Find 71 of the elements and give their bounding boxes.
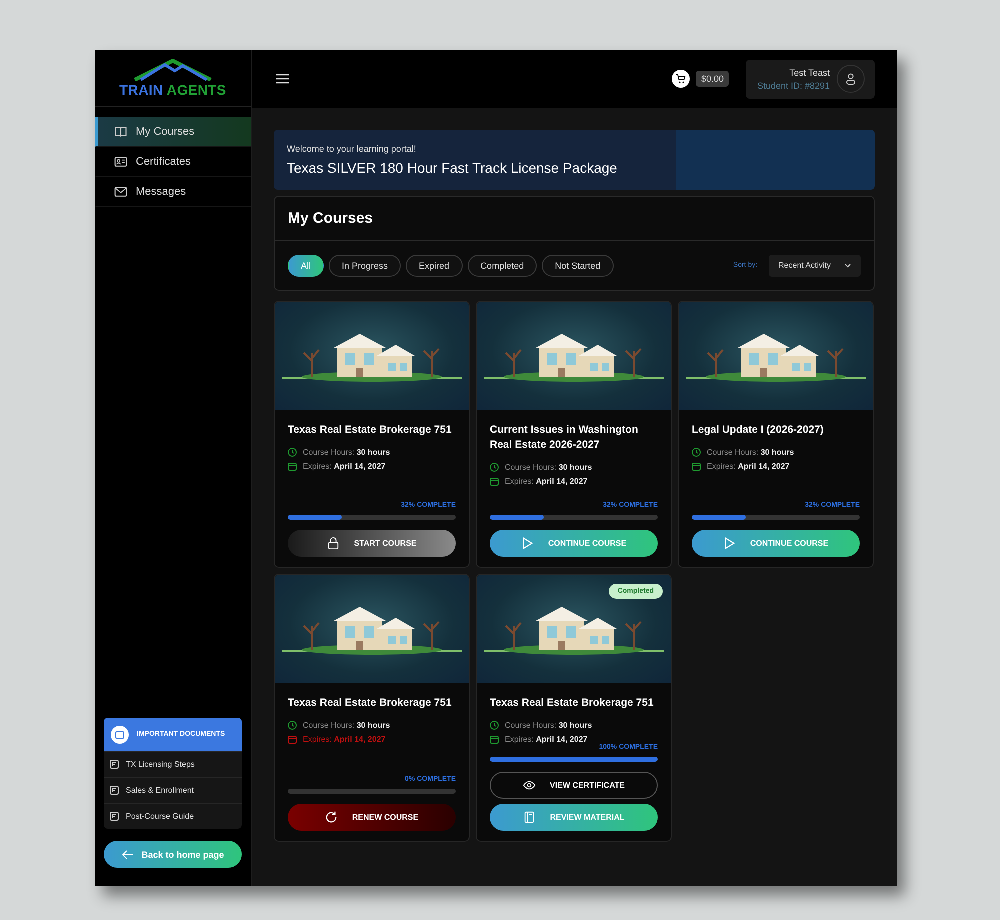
panel-title: My Courses — [275, 197, 874, 241]
course-action-button[interactable]: VIEW CERTIFICATE — [490, 772, 658, 799]
document-icon — [110, 760, 119, 769]
banner-greeting: Welcome to your learning portal! — [287, 144, 418, 154]
filter-tab[interactable]: Expired — [406, 254, 463, 276]
course-expiry: Expires: April 14, 2027 — [490, 477, 658, 486]
course-expiry: Expires: April 14, 2027 — [288, 462, 456, 471]
course-title: Texas Real Estate Brokerage 751 — [490, 696, 655, 711]
clock-icon — [692, 448, 701, 457]
book-icon — [114, 124, 128, 138]
filter-tab[interactable]: Completed — [468, 254, 538, 276]
logo-text: TRAIN AGENTS — [120, 82, 226, 98]
document-label: TX Licensing Steps — [126, 760, 195, 769]
course-hours: Course Hours: 30 hours — [288, 448, 456, 457]
refresh-icon — [325, 811, 338, 824]
user-card[interactable]: Test Teast Student ID: #8291 — [746, 60, 875, 98]
course-hours: Course Hours: 30 hours — [490, 721, 658, 730]
sidebar-item[interactable]: My Courses — [95, 117, 251, 147]
calendar-icon — [490, 477, 499, 486]
cart-icon[interactable] — [672, 70, 690, 88]
sidebar-item-label: Certificates — [136, 156, 192, 168]
play-icon — [521, 537, 534, 550]
book-icon — [523, 811, 536, 824]
document-label: Post-Course Guide — [126, 812, 194, 821]
course-title: Texas Real Estate Brokerage 751 — [288, 423, 453, 438]
sort-dropdown[interactable]: Recent Activity — [768, 254, 861, 276]
document-label: Sales & Enrollment — [126, 786, 194, 795]
clock-icon — [490, 721, 499, 730]
menu-icon[interactable] — [276, 74, 289, 84]
course-hours: Course Hours: 30 hours — [490, 463, 658, 472]
avatar-icon — [837, 65, 865, 93]
student-id: Student ID: #8291 — [757, 80, 830, 90]
course-hours: Course Hours: 30 hours — [288, 721, 456, 730]
document-link[interactable]: TX Licensing Steps — [104, 751, 242, 777]
user-name: Test Teast — [788, 68, 830, 78]
calendar-icon — [692, 462, 701, 471]
filter-tab[interactable]: In Progress — [329, 254, 402, 276]
document-icon — [110, 812, 119, 821]
cart-total: $0.00 — [696, 71, 729, 87]
clock-icon — [490, 463, 499, 472]
chevron-down-icon — [845, 264, 851, 268]
document-icon — [110, 786, 119, 795]
sidebar-item-label: Messages — [136, 186, 186, 198]
course-expiry: Expires: April 14, 2027 — [692, 462, 860, 471]
course-expiry: Expires: April 14, 2027 — [490, 735, 658, 744]
document-link[interactable]: Post-Course Guide — [104, 803, 242, 829]
banner-title: Texas SILVER 180 Hour Fast Track License Package — [287, 160, 618, 176]
calendar-icon — [288, 462, 297, 471]
roof-logo-icon — [131, 58, 215, 80]
envelope-icon — [114, 184, 128, 198]
course-action-button[interactable]: START COURSE — [288, 530, 456, 557]
filter-tab[interactable]: Not Started — [542, 254, 614, 276]
calendar-icon — [490, 735, 499, 744]
course-action-button[interactable]: RENEW COURSE — [288, 804, 456, 831]
sidebar-item[interactable]: Messages — [95, 177, 251, 207]
id-card-icon — [114, 154, 128, 168]
course-expiry: Expires: April 14, 2027 — [288, 735, 456, 744]
course-title: Current Issues in Washington Real Estate 2026-2027 — [490, 423, 640, 453]
lock-icon — [327, 537, 340, 550]
course-title: Texas Real Estate Brokerage 751 — [288, 696, 453, 711]
clock-icon — [288, 721, 297, 730]
play-icon — [723, 537, 736, 550]
arrow-left-icon — [122, 850, 134, 860]
course-title: Legal Update I (2026-2027) — [692, 423, 825, 438]
eye-icon — [523, 779, 536, 792]
clock-icon — [288, 448, 297, 457]
sidebar-item[interactable]: Certificates — [95, 147, 251, 177]
document-link[interactable]: Sales & Enrollment — [104, 777, 242, 803]
sidebar-item-label: My Courses — [136, 126, 195, 138]
calendar-icon — [288, 735, 297, 744]
course-hours: Course Hours: 30 hours — [692, 448, 860, 457]
